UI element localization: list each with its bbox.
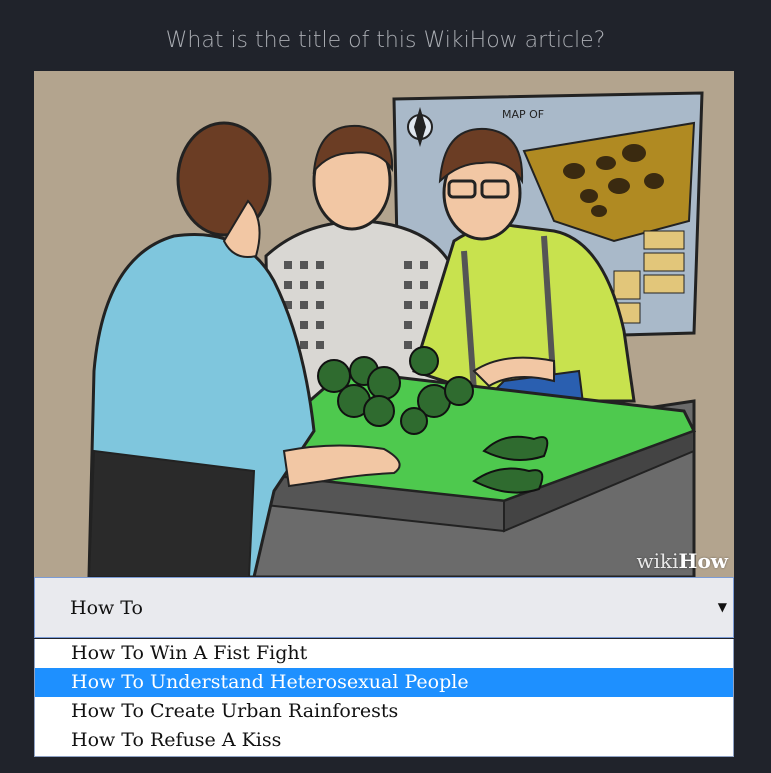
watermark-wiki-text: wiki [636, 549, 679, 573]
watermark-how-text: How [678, 549, 728, 573]
article-illustration: MAP OF wikiHow [34, 71, 734, 577]
question-heading: What is the title of this WikiHow articl… [165, 28, 606, 53]
map-label: MAP OF [502, 108, 544, 121]
illustration-drawing: MAP OF [34, 71, 734, 577]
triangle-down-icon: ▼ [717, 600, 727, 614]
option-item[interactable]: How To Create Urban Rainforests [35, 697, 733, 726]
option-item[interactable]: How To Win A Fist Fight [35, 639, 733, 668]
select-current-value: How To [70, 597, 143, 619]
title-select[interactable]: How To ▼ [34, 577, 734, 638]
option-item[interactable]: How To Refuse A Kiss [35, 726, 733, 755]
wikihow-watermark: wikiHow [637, 549, 728, 573]
option-item-selected[interactable]: How To Understand Heterosexual People [35, 668, 733, 697]
select-options-list: How To Win A Fist Fight How To Understan… [34, 639, 734, 757]
